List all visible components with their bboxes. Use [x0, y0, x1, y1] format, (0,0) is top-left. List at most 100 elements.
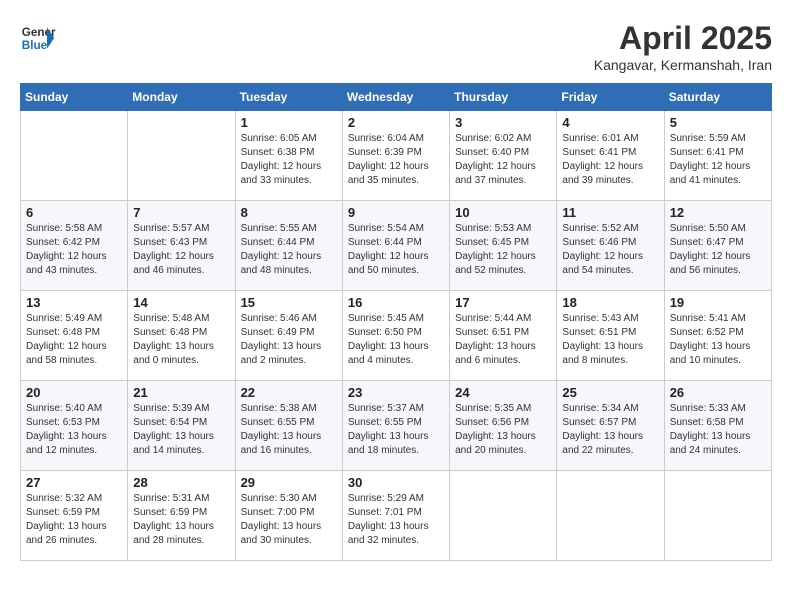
calendar-cell [664, 471, 771, 561]
weekday-row: SundayMondayTuesdayWednesdayThursdayFrid… [21, 84, 772, 111]
calendar-cell: 9 Sunrise: 5:54 AM Sunset: 6:44 PM Daylig… [342, 201, 449, 291]
day-info: Sunrise: 5:53 AM Sunset: 6:45 PM Dayligh… [455, 222, 551, 278]
day-number: 13 [26, 295, 122, 310]
calendar-cell [557, 471, 664, 561]
day-number: 24 [455, 385, 551, 400]
day-info: Sunrise: 6:02 AM Sunset: 6:40 PM Dayligh… [455, 132, 551, 188]
day-info: Sunrise: 5:34 AM Sunset: 6:57 PM Dayligh… [562, 402, 658, 458]
day-info: Sunrise: 5:59 AM Sunset: 6:41 PM Dayligh… [670, 132, 766, 188]
calendar-header: SundayMondayTuesdayWednesdayThursdayFrid… [21, 84, 772, 111]
calendar-week-row: 27 Sunrise: 5:32 AM Sunset: 6:59 PM Dayli… [21, 471, 772, 561]
day-info: Sunrise: 5:54 AM Sunset: 6:44 PM Dayligh… [348, 222, 444, 278]
location-subtitle: Kangavar, Kermanshah, Iran [594, 57, 772, 73]
day-number: 27 [26, 475, 122, 490]
day-info: Sunrise: 5:50 AM Sunset: 6:47 PM Dayligh… [670, 222, 766, 278]
day-info: Sunrise: 5:35 AM Sunset: 6:56 PM Dayligh… [455, 402, 551, 458]
calendar-cell: 22Sunrise: 5:38 AM Sunset: 6:55 PM Dayli… [235, 381, 342, 471]
day-info: Sunrise: 5:45 AM Sunset: 6:50 PM Dayligh… [348, 312, 444, 368]
day-info: Sunrise: 5:57 AM Sunset: 6:43 PM Dayligh… [133, 222, 229, 278]
day-number: 9 [348, 205, 444, 220]
calendar-cell [128, 111, 235, 201]
day-info: Sunrise: 5:58 AM Sunset: 6:42 PM Dayligh… [26, 222, 122, 278]
calendar-cell: 17Sunrise: 5:44 AM Sunset: 6:51 PM Dayli… [450, 291, 557, 381]
day-number: 11 [562, 205, 658, 220]
month-title: April 2025 [594, 20, 772, 57]
calendar-cell: 12 Sunrise: 5:50 AM Sunset: 6:47 PM Dayli… [664, 201, 771, 291]
day-info: Sunrise: 5:52 AM Sunset: 6:46 PM Dayligh… [562, 222, 658, 278]
calendar-cell: 30Sunrise: 5:29 AM Sunset: 7:01 PM Dayli… [342, 471, 449, 561]
calendar-cell: 8 Sunrise: 5:55 AM Sunset: 6:44 PM Daylig… [235, 201, 342, 291]
day-info: Sunrise: 5:32 AM Sunset: 6:59 PM Dayligh… [26, 492, 122, 548]
day-info: Sunrise: 6:01 AM Sunset: 6:41 PM Dayligh… [562, 132, 658, 188]
day-info: Sunrise: 6:05 AM Sunset: 6:38 PM Dayligh… [241, 132, 337, 188]
day-number: 7 [133, 205, 229, 220]
calendar-week-row: 20 Sunrise: 5:40 AM Sunset: 6:53 PM Dayli… [21, 381, 772, 471]
day-info: Sunrise: 5:30 AM Sunset: 7:00 PM Dayligh… [241, 492, 337, 548]
day-info: Sunrise: 5:46 AM Sunset: 6:49 PM Dayligh… [241, 312, 337, 368]
calendar-cell [21, 111, 128, 201]
day-info: Sunrise: 5:29 AM Sunset: 7:01 PM Dayligh… [348, 492, 444, 548]
calendar-cell: 20 Sunrise: 5:40 AM Sunset: 6:53 PM Dayli… [21, 381, 128, 471]
calendar-cell: 18 Sunrise: 5:43 AM Sunset: 6:51 PM Dayli… [557, 291, 664, 381]
day-number: 6 [26, 205, 122, 220]
calendar-cell: 26Sunrise: 5:33 AM Sunset: 6:58 PM Dayli… [664, 381, 771, 471]
weekday-header: Friday [557, 84, 664, 111]
calendar-week-row: 1 Sunrise: 6:05 AM Sunset: 6:38 PM Daylig… [21, 111, 772, 201]
calendar-cell: 21 Sunrise: 5:39 AM Sunset: 6:54 PM Dayli… [128, 381, 235, 471]
calendar-cell: 7 Sunrise: 5:57 AM Sunset: 6:43 PM Daylig… [128, 201, 235, 291]
calendar-week-row: 13Sunrise: 5:49 AM Sunset: 6:48 PM Dayli… [21, 291, 772, 381]
day-info: Sunrise: 5:43 AM Sunset: 6:51 PM Dayligh… [562, 312, 658, 368]
day-number: 8 [241, 205, 337, 220]
calendar-cell: 2Sunrise: 6:04 AM Sunset: 6:39 PM Daylig… [342, 111, 449, 201]
logo-icon: General Blue [20, 20, 56, 56]
weekday-header: Tuesday [235, 84, 342, 111]
day-number: 12 [670, 205, 766, 220]
calendar-cell: 25Sunrise: 5:34 AM Sunset: 6:57 PM Dayli… [557, 381, 664, 471]
calendar-cell: 23 Sunrise: 5:37 AM Sunset: 6:55 PM Dayli… [342, 381, 449, 471]
day-number: 1 [241, 115, 337, 130]
day-info: Sunrise: 5:40 AM Sunset: 6:53 PM Dayligh… [26, 402, 122, 458]
title-area: April 2025 Kangavar, Kermanshah, Iran [594, 20, 772, 73]
day-info: Sunrise: 5:41 AM Sunset: 6:52 PM Dayligh… [670, 312, 766, 368]
day-number: 20 [26, 385, 122, 400]
day-info: Sunrise: 5:37 AM Sunset: 6:55 PM Dayligh… [348, 402, 444, 458]
calendar-cell: 5Sunrise: 5:59 AM Sunset: 6:41 PM Daylig… [664, 111, 771, 201]
day-number: 10 [455, 205, 551, 220]
day-number: 3 [455, 115, 551, 130]
day-info: Sunrise: 5:38 AM Sunset: 6:55 PM Dayligh… [241, 402, 337, 458]
day-number: 28 [133, 475, 229, 490]
day-info: Sunrise: 5:55 AM Sunset: 6:44 PM Dayligh… [241, 222, 337, 278]
calendar-cell: 10 Sunrise: 5:53 AM Sunset: 6:45 PM Dayli… [450, 201, 557, 291]
day-info: Sunrise: 5:33 AM Sunset: 6:58 PM Dayligh… [670, 402, 766, 458]
svg-text:Blue: Blue [22, 39, 48, 52]
day-number: 16 [348, 295, 444, 310]
calendar-week-row: 6 Sunrise: 5:58 AM Sunset: 6:42 PM Daylig… [21, 201, 772, 291]
weekday-header: Sunday [21, 84, 128, 111]
calendar-cell: 28Sunrise: 5:31 AM Sunset: 6:59 PM Dayli… [128, 471, 235, 561]
calendar-body: 1 Sunrise: 6:05 AM Sunset: 6:38 PM Daylig… [21, 111, 772, 561]
calendar-cell: 1 Sunrise: 6:05 AM Sunset: 6:38 PM Daylig… [235, 111, 342, 201]
calendar-cell: 16 Sunrise: 5:45 AM Sunset: 6:50 PM Dayli… [342, 291, 449, 381]
day-number: 18 [562, 295, 658, 310]
page-header: General Blue April 2025 Kangavar, Kerman… [20, 20, 772, 73]
day-info: Sunrise: 5:39 AM Sunset: 6:54 PM Dayligh… [133, 402, 229, 458]
calendar-cell: 6 Sunrise: 5:58 AM Sunset: 6:42 PM Daylig… [21, 201, 128, 291]
calendar-cell: 15 Sunrise: 5:46 AM Sunset: 6:49 PM Dayli… [235, 291, 342, 381]
day-number: 15 [241, 295, 337, 310]
logo: General Blue [20, 20, 56, 56]
weekday-header: Monday [128, 84, 235, 111]
day-info: Sunrise: 5:48 AM Sunset: 6:48 PM Dayligh… [133, 312, 229, 368]
day-number: 17 [455, 295, 551, 310]
calendar-cell [450, 471, 557, 561]
day-number: 23 [348, 385, 444, 400]
calendar-cell: 24 Sunrise: 5:35 AM Sunset: 6:56 PM Dayli… [450, 381, 557, 471]
calendar-cell: 11 Sunrise: 5:52 AM Sunset: 6:46 PM Dayli… [557, 201, 664, 291]
day-number: 4 [562, 115, 658, 130]
weekday-header: Thursday [450, 84, 557, 111]
day-number: 19 [670, 295, 766, 310]
calendar-cell: 14Sunrise: 5:48 AM Sunset: 6:48 PM Dayli… [128, 291, 235, 381]
day-number: 21 [133, 385, 229, 400]
day-number: 29 [241, 475, 337, 490]
weekday-header: Saturday [664, 84, 771, 111]
calendar-cell: 13Sunrise: 5:49 AM Sunset: 6:48 PM Dayli… [21, 291, 128, 381]
